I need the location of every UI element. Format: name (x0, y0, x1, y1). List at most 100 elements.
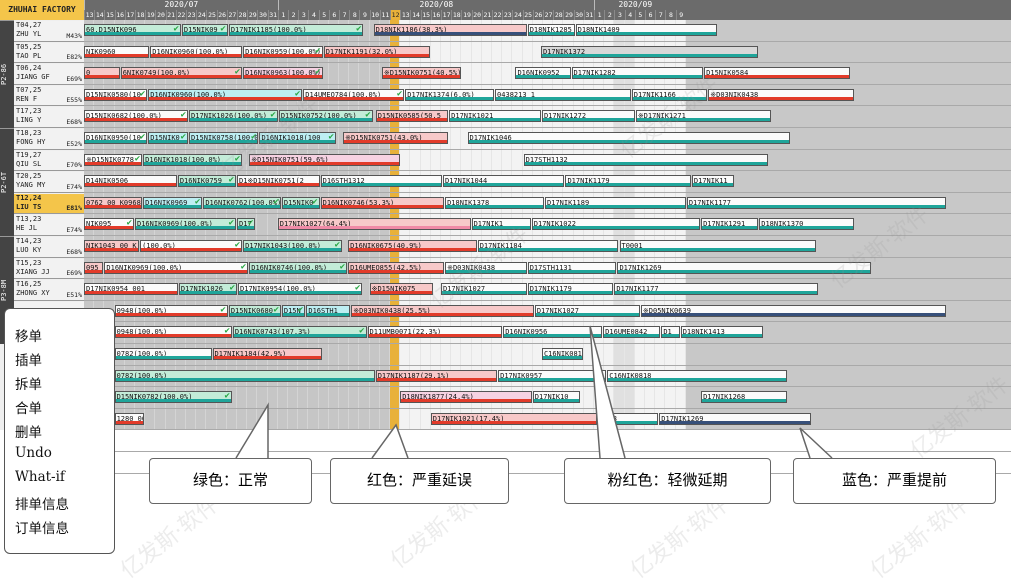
order-bar[interactable]: 0948(100.0%) ✔ (114, 304, 228, 317)
order-bar[interactable]: 6NIK0749(100.0%) ✔ (120, 67, 243, 80)
order-bar[interactable]: D17STH1132 (523, 153, 769, 166)
order-bar[interactable]: D16NIK0959(100.0%) ✔ (243, 45, 323, 58)
machine-row-label[interactable]: T15,23 XIANG JJ E69% (14, 258, 84, 280)
order-bar[interactable]: ※D17NIK1271 (635, 110, 772, 123)
order-bar[interactable]: D17NIK1282 (571, 67, 704, 80)
order-bar[interactable]: D17NIK1268 (701, 391, 787, 404)
order-bar[interactable]: D16NIK0952 (515, 67, 571, 80)
order-bar[interactable]: D17STH1131 (527, 261, 617, 274)
order-bar[interactable]: D16NIK0969(100.0%) ✔ (104, 261, 249, 274)
machine-row-label[interactable]: T17,23 LING Y E68% (14, 107, 84, 128)
order-bar[interactable]: D17NIK1177 (614, 283, 819, 296)
order-bar[interactable]: D17NIK1184 (477, 240, 619, 252)
order-bar[interactable]: D15NIK0580(10 ✔ (84, 88, 148, 101)
order-bar[interactable]: D15NIK0682(100.0%) ✔ (84, 110, 189, 123)
order-bar[interactable]: 0 (84, 67, 120, 80)
order-bar[interactable]: D18NIK1409 (575, 24, 718, 36)
machine-row-label[interactable]: T07,25 REN F E55% (14, 85, 84, 107)
machine-row-label[interactable]: T18,23 FONG HY E52% (14, 129, 84, 150)
order-bar[interactable]: D17NIK1022 (531, 218, 701, 231)
order-bar[interactable]: D14NIK0506 (84, 175, 177, 188)
order-bar[interactable]: D17NIK1291 (701, 218, 759, 231)
order-bar[interactable]: NIK0960 (84, 45, 150, 58)
order-bar[interactable]: D16NIK0950(10 ✔ (84, 132, 148, 144)
order-bar[interactable]: D15NIK0585(50.5 (375, 110, 449, 123)
order-bar[interactable]: D18NIK1285 (527, 24, 575, 36)
order-bar[interactable]: 0438213 1 (495, 88, 631, 101)
order-bar[interactable]: D16NIK0762(100.0%) ✔ (203, 196, 281, 209)
machine-row-label[interactable]: T19,27 QIU SL E70% (14, 150, 84, 172)
order-bar[interactable]: D18NIK1877(24.4%) (400, 391, 532, 404)
order-bar[interactable]: D18NIK1378 (445, 196, 545, 209)
order-bar[interactable]: D14UMEO784(100.0%) ✔ (303, 88, 405, 101)
order-bar[interactable]: D16NIK0759 ✔ (177, 175, 236, 188)
order-bar[interactable]: D17NIK1189 (545, 196, 686, 209)
order-bar[interactable]: D17NIK1026(100.0%) ✔ (189, 110, 278, 123)
order-bar[interactable]: 0782(100.0%) (114, 348, 212, 360)
order-bar[interactable]: D16UME0842 (603, 326, 661, 339)
machine-row-label[interactable]: T13,23 HE JL E74% (14, 215, 84, 236)
order-bar[interactable]: D17NIK0954(100.0%) ✔ (238, 283, 363, 296)
order-bar[interactable]: D17NIK1184(42.9%) (212, 348, 322, 360)
order-bar[interactable]: D17NIK1269 (617, 261, 872, 274)
order-bar[interactable]: D16NIK0743(107.3%) ✔ (232, 326, 367, 339)
order-bar[interactable]: D16NIK0960(100.0%) (150, 45, 243, 58)
order-bar[interactable]: D15N ✔ (281, 304, 306, 317)
order-bar[interactable]: D16NIK0960(100.0%) ✔ (148, 88, 303, 101)
order-bar[interactable]: D16NIK0963(100.0%) ✔ (243, 67, 323, 80)
order-bar[interactable]: D17NIK1179 (565, 175, 691, 188)
order-bar[interactable]: ※D05NIK0639 (640, 304, 946, 317)
order-bar[interactable]: D17NIK1191(32.0%) (323, 45, 430, 58)
menu-item-merge[interactable]: 合单 (15, 397, 42, 417)
order-bar[interactable]: D17NIK1187(29.1%) (375, 369, 498, 382)
order-bar[interactable]: 0782(100.0%) (114, 369, 375, 382)
order-bar[interactable]: D17NIK0954 001 (84, 283, 178, 296)
order-bar[interactable]: 095 (84, 261, 104, 274)
order-bar[interactable]: ※D15NIK0751(59.6%) (249, 153, 401, 166)
order-bar[interactable]: D17NIK1046 (467, 132, 790, 144)
order-bar[interactable]: D16UMEO855(42.5%) (348, 261, 445, 274)
order-bar[interactable]: D17NIK1 (471, 218, 531, 231)
order-bar[interactable]: D17NIK1044 (443, 175, 565, 188)
menu-item-move[interactable]: 移单 (15, 325, 42, 345)
order-bar[interactable]: T0001 (619, 240, 817, 252)
order-bar[interactable]: D17NIK1026 ✔ (178, 283, 238, 296)
order-bar[interactable]: D17NIK0957 (498, 369, 607, 382)
order-bar[interactable]: D16NIK0746(100.0%) ✔ (249, 261, 348, 274)
order-bar[interactable]: D15NIK0 ✔ (148, 132, 189, 144)
order-bar[interactable]: D17NIK1372 (540, 45, 759, 58)
menu-item-split[interactable]: 拆单 (15, 373, 42, 393)
order-bar[interactable]: D17NIK1027(64.4%) (277, 218, 471, 231)
menu-item-order-info[interactable]: 订单信息 (15, 517, 69, 537)
order-bar[interactable]: D11UMB0071(22.3%) (367, 326, 503, 339)
order-bar[interactable]: D16NIK0956 (503, 326, 603, 339)
order-bar[interactable]: D17NIK1166 (631, 88, 708, 101)
order-bar[interactable]: D1 (661, 326, 680, 339)
order-bar[interactable]: D17NIK1021(17.4%) (430, 412, 598, 425)
order-bar[interactable]: D17NIK1043(100.0%) ✔ (243, 240, 343, 252)
order-bar[interactable]: ※D03NIK0438(25.5%) (351, 304, 534, 317)
order-bar[interactable]: D17NIK1374(6.0%) (405, 88, 495, 101)
order-bar[interactable]: D17NIK1021 (449, 110, 541, 123)
order-bar[interactable]: D15NIK0758(100.0%)✔ (189, 132, 259, 144)
order-bar[interactable]: D17NIK1185(100.0%) ✔ (228, 24, 364, 36)
menu-item-schedule-info[interactable]: 排单信息 (15, 493, 69, 513)
order-bar[interactable]: D17NIK1272 (541, 110, 635, 123)
order-bar[interactable]: 0948(100.0%) ✔ (114, 326, 232, 339)
order-bar[interactable]: (100.0%) ✔ (140, 240, 243, 252)
order-bar[interactable]: ※D15NIK0751(40.5%) (381, 67, 462, 80)
menu-item-what-if[interactable]: What-if (15, 469, 65, 485)
order-bar[interactable]: D16NIK0969 ✔ (143, 196, 203, 209)
order-bar[interactable]: D15NIK0680 ✔ (228, 304, 281, 317)
machine-row-label[interactable]: T04,27 ZHU YL M43% (14, 21, 84, 42)
order-bar[interactable]: D15NIK0584 (704, 67, 851, 80)
order-bar[interactable]: 1280 001 (114, 412, 145, 425)
order-bar[interactable]: D16STH1312 (320, 175, 443, 188)
order-bar[interactable]: D17NIK1177 (686, 196, 946, 209)
order-bar[interactable]: D18NIK1186(38.3%) (373, 24, 527, 36)
order-bar[interactable]: ※D15NIK0778 ✔ (84, 153, 143, 166)
order-bar[interactable]: D16NIK0746(53.3%) (320, 196, 445, 209)
order-bar[interactable]: D17NIK1269 (659, 412, 812, 425)
order-bar[interactable]: D17 ✔ (237, 218, 256, 231)
machine-row-label[interactable]: T05,25 TAO PL E82% (14, 42, 84, 64)
